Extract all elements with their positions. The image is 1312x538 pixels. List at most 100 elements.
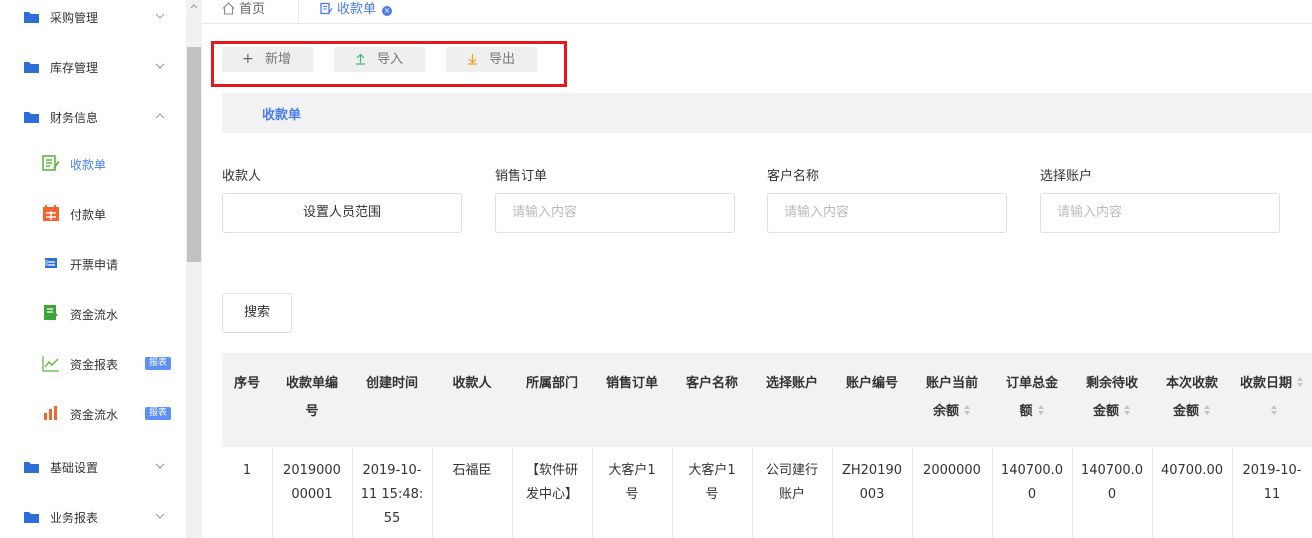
header-text: 收款人 bbox=[452, 376, 492, 391]
table-header-cell[interactable]: 收款日期 bbox=[1232, 353, 1312, 447]
tab-receipt[interactable]: 收款单 × bbox=[320, 0, 393, 22]
table-cell: 2019-10- 11 15:48: 55 bbox=[352, 447, 432, 538]
sidebar-item-payment[interactable]: 付款单 bbox=[0, 189, 186, 239]
tab-bar: 首页 收款单 × bbox=[202, 0, 1312, 24]
add-button[interactable]: + 新增 bbox=[222, 47, 313, 72]
section-header: 收款单 bbox=[222, 93, 1312, 133]
sales-order-label: 销售订单 bbox=[495, 169, 548, 184]
table-header-cell[interactable]: 订单总金额 bbox=[992, 353, 1072, 447]
tab-divider bbox=[298, 0, 299, 22]
table-column-divider bbox=[1152, 447, 1153, 538]
header-text: 选择账户 bbox=[765, 376, 818, 391]
sidebar-group-purchase[interactable]: 采购管理 bbox=[0, 0, 186, 42]
sidebar-item-label: 收款单 bbox=[70, 158, 107, 172]
table-header-cell[interactable]: 账户当前 余额 bbox=[912, 353, 992, 447]
sort-icon[interactable] bbox=[1037, 404, 1045, 416]
customer-name-label: 客户名称 bbox=[767, 169, 820, 184]
cell-text: 2000000 bbox=[923, 463, 981, 478]
sort-icon[interactable] bbox=[963, 404, 971, 416]
header-text: 本次收款 bbox=[1165, 376, 1218, 391]
customer-name-input[interactable]: 请输入内容 bbox=[767, 193, 1007, 233]
cell-text: 11 15:48: bbox=[360, 487, 424, 502]
add-button-label: 新增 bbox=[265, 52, 292, 67]
scroll-up-arrow-icon[interactable] bbox=[190, 2, 198, 10]
sidebar-item-fund-report[interactable]: 资金报表 报表 bbox=[0, 339, 186, 389]
sidebar-item-invoice-request[interactable]: 开票申请 bbox=[0, 239, 186, 289]
chevron-down-icon bbox=[155, 463, 165, 469]
search-button[interactable]: 搜索 bbox=[222, 293, 292, 333]
sidebar-item-fund-flow-report[interactable]: 资金流水 报表 bbox=[0, 389, 186, 439]
account-label: 选择账户 bbox=[1040, 169, 1093, 184]
cell-text: 号 bbox=[705, 487, 719, 502]
table-column-divider bbox=[1072, 447, 1073, 538]
table-header-cell: 所属部门 bbox=[512, 353, 592, 447]
table-header-cell[interactable]: 剩余待收 金额 bbox=[1072, 353, 1152, 447]
cell-text: 公司建行 bbox=[765, 463, 818, 478]
tab-home[interactable]: 首页 bbox=[222, 0, 265, 22]
home-icon bbox=[222, 2, 235, 15]
cell-text: 账户 bbox=[778, 487, 805, 502]
header-text: 剩余待收 bbox=[1085, 376, 1138, 391]
chevron-down-icon bbox=[155, 13, 165, 19]
table-column-divider bbox=[352, 447, 353, 538]
table-cell: 40700.00 bbox=[1152, 447, 1232, 538]
invoice-icon bbox=[45, 258, 57, 268]
sidebar-item-receipt[interactable]: 收款单 bbox=[0, 139, 186, 189]
header-text: 账户当前 bbox=[925, 376, 978, 391]
header-text: 收款单编 bbox=[285, 376, 338, 391]
cell-text: 0 bbox=[1107, 487, 1117, 502]
cell-text: 【软件研 bbox=[525, 463, 578, 478]
document-check-icon bbox=[44, 305, 58, 321]
table-header-cell: 序号 bbox=[222, 353, 272, 447]
close-icon[interactable]: × bbox=[382, 6, 393, 16]
export-button-label: 导出 bbox=[489, 52, 516, 67]
payee-range-button[interactable]: 设置人员范围 bbox=[222, 193, 462, 233]
import-button[interactable]: 导入 bbox=[334, 47, 425, 72]
chevron-down-icon bbox=[155, 513, 165, 519]
sidebar-scrollbar[interactable] bbox=[186, 0, 202, 538]
sort-holder bbox=[1232, 398, 1312, 426]
sidebar-item-label: 开票申请 bbox=[70, 258, 119, 272]
header-text: 号 bbox=[305, 404, 319, 419]
table-cell: 大客户1 号 bbox=[672, 447, 752, 538]
table-cell: 2000000 bbox=[912, 447, 992, 538]
table-cell: 2019000 00001 bbox=[272, 447, 352, 538]
sort-icon[interactable] bbox=[1270, 404, 1278, 416]
cell-text: 石福臣 bbox=[452, 463, 492, 478]
table-header-cell[interactable]: 本次收款 金额 bbox=[1152, 353, 1232, 447]
export-button[interactable]: 导出 bbox=[446, 47, 537, 72]
account-input[interactable]: 请输入内容 bbox=[1040, 193, 1280, 233]
table-column-divider bbox=[752, 447, 753, 538]
sidebar-group-basic-settings[interactable]: 基础设置 bbox=[0, 442, 186, 492]
cell-text: 11 bbox=[1263, 487, 1281, 502]
cell-text: 55 bbox=[383, 511, 401, 526]
sales-order-input[interactable]: 请输入内容 bbox=[495, 193, 735, 233]
cell-text: 0 bbox=[1027, 487, 1037, 502]
header-text: 金额 bbox=[1152, 398, 1232, 426]
sidebar-group-finance[interactable]: 财务信息 bbox=[0, 92, 186, 142]
chevron-up-icon bbox=[155, 113, 165, 119]
report-badge: 报表 bbox=[145, 357, 172, 370]
import-button-label: 导入 bbox=[377, 52, 404, 67]
sort-icon[interactable] bbox=[1203, 404, 1211, 416]
cell-text: 003 bbox=[859, 487, 885, 502]
cell-text: 00001 bbox=[291, 487, 333, 502]
sidebar-group-inventory[interactable]: 库存管理 bbox=[0, 42, 186, 92]
sort-icon[interactable] bbox=[1296, 376, 1304, 388]
upload-icon bbox=[356, 53, 365, 65]
sort-icon[interactable] bbox=[1123, 404, 1131, 416]
sidebar-group-label: 财务信息 bbox=[50, 110, 99, 125]
table-header-cell: 客户名称 bbox=[672, 353, 752, 447]
header-text: 销售订单 bbox=[605, 376, 658, 391]
sidebar-item-cash-flow[interactable]: 资金流水 bbox=[0, 289, 186, 339]
edit-document-icon bbox=[320, 2, 333, 15]
header-text: 订单总金 bbox=[1005, 376, 1058, 391]
sidebar: 采购管理 库存管理 财务信息 收款单 付款单 开票申请 资金流水 资金报表 报表… bbox=[0, 0, 186, 538]
sidebar-group-business-reports[interactable]: 业务报表 bbox=[0, 492, 186, 538]
cell-text: 2019-10- bbox=[1242, 463, 1302, 478]
scrollbar-thumb[interactable] bbox=[187, 47, 201, 262]
table-cell: 2019-10- 11 bbox=[1232, 447, 1312, 538]
calendar-pay-icon bbox=[43, 205, 59, 221]
table-header-cell: 收款人 bbox=[432, 353, 512, 447]
cell-text: ZH20190 bbox=[841, 463, 903, 478]
